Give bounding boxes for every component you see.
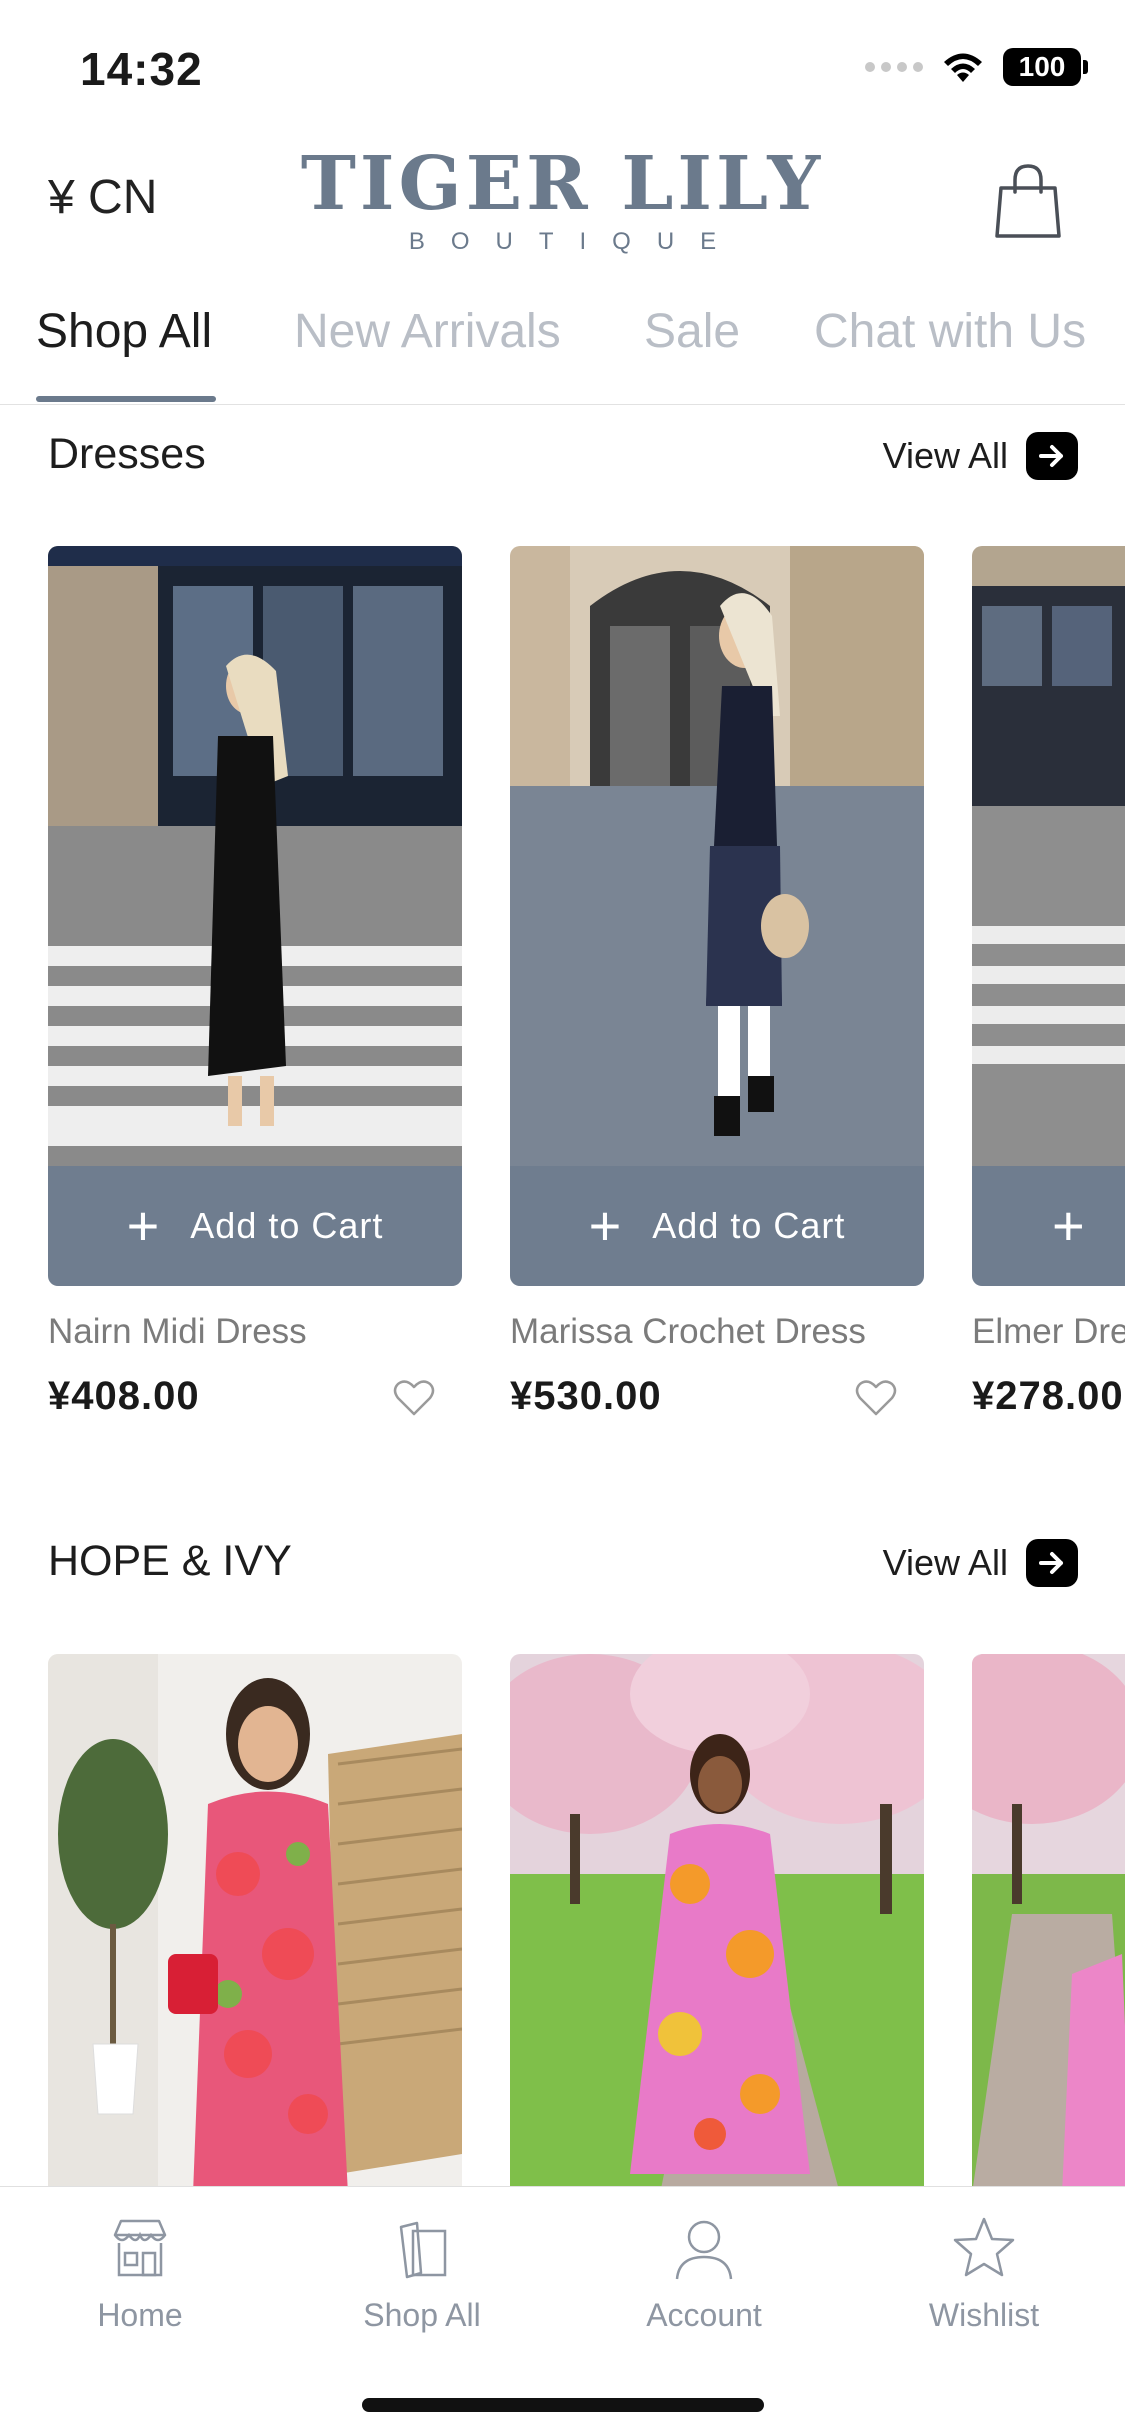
arrow-right-icon (1026, 1539, 1078, 1587)
view-all-button[interactable]: View All (883, 1539, 1078, 1587)
product-card[interactable]: + Elmer Dre ¥278.00 (972, 546, 1125, 1424)
home-indicator[interactable] (362, 2398, 764, 2412)
nav-shop-all[interactable]: Shop All (322, 2213, 522, 2334)
nav-wishlist[interactable]: Wishlist (884, 2213, 1084, 2334)
heart-icon[interactable] (392, 1378, 436, 1418)
tab-chat-with-us[interactable]: Chat with Us (814, 304, 1086, 404)
category-tabs: Shop All New Arrivals Sale Chat with Us (0, 290, 1125, 405)
product-name[interactable]: Elmer Dre (972, 1312, 1125, 1352)
section-title: Dresses (48, 430, 206, 478)
cellular-signal-icon (865, 62, 923, 72)
arrow-right-icon (1026, 432, 1078, 480)
nav-account[interactable]: Account (604, 2213, 804, 2334)
add-to-cart-button[interactable]: + Add to Cart (48, 1166, 462, 1286)
plus-icon: + (1052, 1194, 1086, 1257)
nav-home-label: Home (97, 2297, 183, 2333)
star-icon (953, 2217, 1015, 2277)
view-all-button[interactable]: View All (883, 432, 1078, 480)
section-header-hope-ivy: HOPE & IVY View All (48, 1527, 1078, 1597)
product-name[interactable]: Nairn Midi Dress (48, 1312, 462, 1352)
product-name[interactable]: Marissa Crochet Dress (510, 1312, 924, 1352)
view-all-label: View All (882, 435, 1008, 476)
price-row: ¥408.00 (48, 1374, 462, 1424)
add-to-cart-button[interactable]: + (972, 1166, 1125, 1286)
logo-title: TIGER LILY (300, 141, 825, 227)
product-card[interactable] (972, 1654, 1125, 2194)
person-icon (675, 2220, 733, 2280)
heart-icon[interactable] (854, 1378, 898, 1418)
product-image[interactable] (510, 546, 924, 1166)
product-image[interactable] (972, 546, 1125, 1166)
product-image[interactable] (48, 546, 462, 1166)
product-card[interactable]: + Add to Cart Marissa Crochet Dress ¥530… (510, 546, 924, 1424)
product-price: ¥278.00 (972, 1374, 1124, 1418)
nav-home[interactable]: Home (40, 2213, 240, 2334)
active-tab-indicator (36, 396, 216, 402)
product-card[interactable] (510, 1654, 924, 2194)
logo-subtitle: BOUTIQUE (408, 228, 743, 255)
section-header-dresses: Dresses View All (48, 420, 1078, 490)
nav-wishlist-label: Wishlist (928, 2297, 1040, 2333)
price-row: ¥278.00 (972, 1374, 1125, 1424)
wifi-icon (944, 53, 982, 82)
price-row: ¥530.00 (510, 1374, 924, 1424)
add-to-cart-button[interactable]: + Add to Cart (510, 1166, 924, 1286)
storefront-icon (113, 2219, 167, 2277)
nav-shop-all-label: Shop All (363, 2297, 481, 2333)
status-bar: 14:32 100 (0, 0, 1125, 140)
tab-sale[interactable]: Sale (644, 304, 740, 404)
brand-logo[interactable]: TIGER LILY BOUTIQUE (0, 144, 1125, 256)
view-all-label: View All (882, 1542, 1008, 1583)
add-to-cart-label: Add to Cart (652, 1205, 846, 1246)
product-image[interactable] (510, 1654, 924, 2194)
battery-icon: 100 (1003, 48, 1088, 86)
shopping-bag-icon[interactable] (991, 162, 1065, 242)
product-card[interactable]: + Add to Cart Nairn Midi Dress ¥408.00 (48, 546, 462, 1424)
plus-icon: + (588, 1194, 623, 1257)
tab-shop-all[interactable]: Shop All (36, 304, 212, 404)
product-carousel-hope-ivy[interactable] (0, 1654, 1125, 2194)
status-time: 14:32 (80, 43, 203, 95)
nav-account-label: Account (646, 2297, 762, 2333)
product-image[interactable] (48, 1654, 462, 2194)
add-to-cart-label: Add to Cart (190, 1205, 384, 1246)
app-header: ¥ CN TIGER LILY BOUTIQUE (0, 140, 1125, 270)
tab-new-arrivals[interactable]: New Arrivals (294, 304, 561, 404)
product-image[interactable] (972, 1654, 1125, 2194)
shopping-bags-icon (399, 2221, 447, 2279)
app-screen: 14:32 100 ¥ CN TIGER LILY BOUTIQUE Shop … (0, 0, 1125, 2436)
section-title: HOPE & IVY (48, 1537, 292, 1585)
product-card[interactable] (48, 1654, 462, 2194)
status-indicators: 100 (865, 48, 1088, 86)
plus-icon: + (126, 1194, 161, 1257)
product-carousel-dresses[interactable]: + Add to Cart Nairn Midi Dress ¥408.00 +… (0, 546, 1125, 1496)
